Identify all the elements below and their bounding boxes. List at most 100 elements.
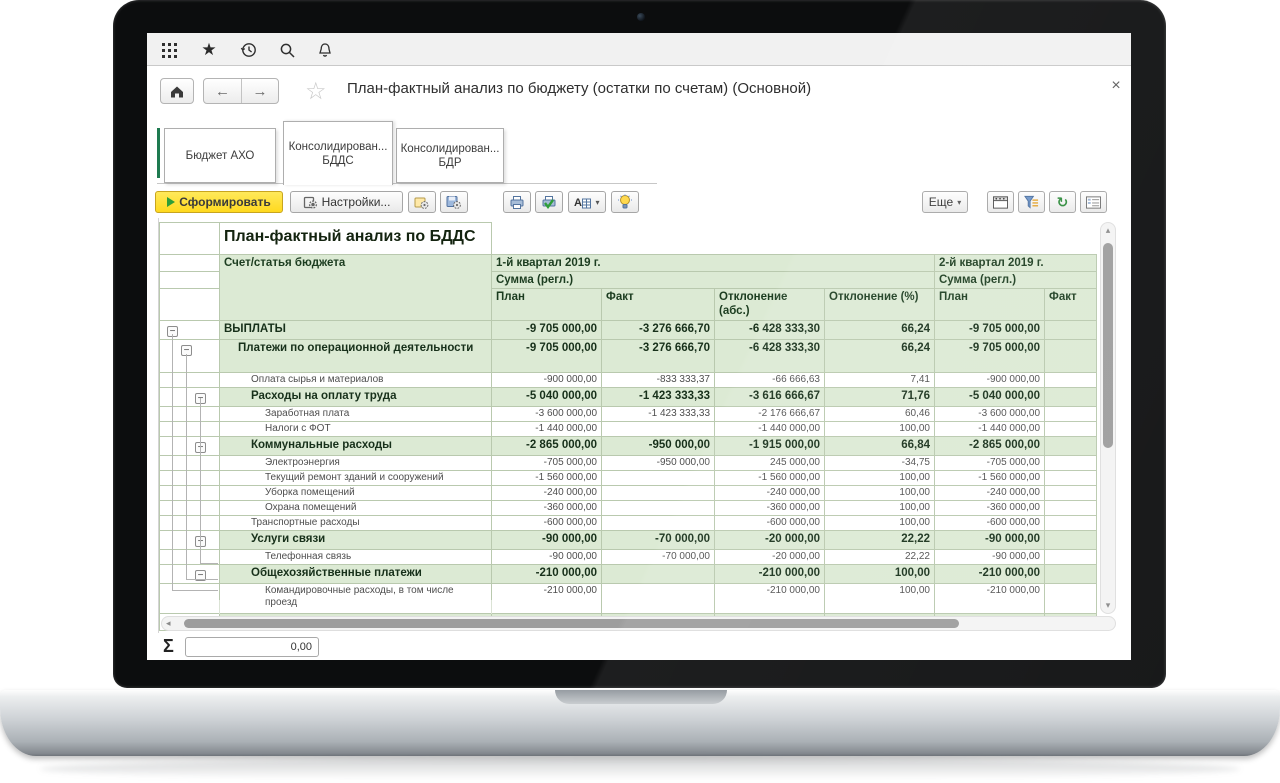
- budget-item-name[interactable]: Командировочные расходы, в том числе про…: [220, 584, 492, 614]
- scroll-down-icon[interactable]: ▾: [1101, 600, 1115, 611]
- budget-item-name[interactable]: Налоги с ФОТ: [220, 422, 492, 437]
- value-cell[interactable]: 100,00: [825, 471, 935, 486]
- col-header-plan-q2[interactable]: План: [935, 289, 1045, 321]
- col-header-account[interactable]: Счет/статья бюджета: [220, 255, 492, 321]
- refresh-button[interactable]: ↻: [1049, 191, 1076, 213]
- value-cell[interactable]: 100,00: [825, 501, 935, 516]
- value-cell[interactable]: [1045, 340, 1097, 373]
- value-cell[interactable]: -9 705 000,00: [935, 340, 1045, 373]
- horizontal-scrollbar[interactable]: ◂: [161, 616, 1116, 631]
- format-button[interactable]: A ▾: [568, 191, 606, 213]
- save-variant-button[interactable]: [440, 191, 468, 213]
- value-cell[interactable]: [1045, 531, 1097, 550]
- budget-item-name[interactable]: Транспортные расходы: [220, 516, 492, 531]
- vertical-scrollbar[interactable]: ▴ ▾: [1100, 222, 1116, 614]
- value-cell[interactable]: [1045, 407, 1097, 422]
- value-cell[interactable]: -210 000,00: [715, 565, 825, 584]
- budget-item-name[interactable]: Охрана помещений: [220, 501, 492, 516]
- value-cell[interactable]: -950 000,00: [602, 437, 715, 456]
- value-cell[interactable]: -9 705 000,00: [492, 321, 602, 340]
- value-cell[interactable]: 60,46: [825, 407, 935, 422]
- value-cell[interactable]: 100,00: [825, 422, 935, 437]
- value-cell[interactable]: -3 276 666,70: [602, 340, 715, 373]
- value-cell[interactable]: 100,00: [825, 584, 935, 614]
- budget-item-name[interactable]: Уборка помещений: [220, 486, 492, 501]
- value-cell[interactable]: -600 000,00: [935, 516, 1045, 531]
- value-cell[interactable]: -1 560 000,00: [935, 471, 1045, 486]
- value-cell[interactable]: -6 428 333,30: [715, 321, 825, 340]
- value-cell[interactable]: -2 865 000,00: [935, 437, 1045, 456]
- col-header-sum-q2[interactable]: Сумма (регл.): [935, 272, 1097, 289]
- col-header-q1[interactable]: 1-й квартал 2019 г.: [492, 255, 935, 272]
- value-cell[interactable]: -1 560 000,00: [492, 471, 602, 486]
- collapse-toggle-icon[interactable]: −: [195, 536, 206, 547]
- collapse-toggle-icon[interactable]: −: [167, 326, 178, 337]
- settings-button[interactable]: Настройки...: [290, 191, 403, 213]
- value-cell[interactable]: -66 666,63: [715, 373, 825, 388]
- value-cell[interactable]: -240 000,00: [715, 486, 825, 501]
- value-cell[interactable]: [1045, 437, 1097, 456]
- value-cell[interactable]: -1 440 000,00: [935, 422, 1045, 437]
- history-icon[interactable]: [239, 40, 259, 60]
- value-cell[interactable]: [1045, 422, 1097, 437]
- horizontal-scroll-thumb[interactable]: [184, 619, 959, 628]
- col-header-fact-q1[interactable]: Факт: [602, 289, 715, 321]
- value-cell[interactable]: -90 000,00: [935, 550, 1045, 565]
- print-preview-button[interactable]: [535, 191, 563, 213]
- budget-item-name[interactable]: Услуги связи: [220, 531, 492, 550]
- panel-settings-button[interactable]: [1080, 191, 1107, 213]
- value-cell[interactable]: -900 000,00: [935, 373, 1045, 388]
- value-cell[interactable]: -5 040 000,00: [935, 388, 1045, 407]
- value-cell[interactable]: -900 000,00: [492, 373, 602, 388]
- value-cell[interactable]: 66,84: [825, 437, 935, 456]
- value-cell[interactable]: 100,00: [825, 565, 935, 584]
- back-button[interactable]: ←: [204, 79, 241, 103]
- value-cell[interactable]: [1045, 388, 1097, 407]
- value-cell[interactable]: -1 440 000,00: [715, 422, 825, 437]
- value-cell[interactable]: -1 423 333,33: [602, 407, 715, 422]
- value-cell[interactable]: [1045, 373, 1097, 388]
- budget-item-name[interactable]: Расходы на оплату труда: [220, 388, 492, 407]
- value-cell[interactable]: [602, 486, 715, 501]
- filter-button[interactable]: [1018, 191, 1045, 213]
- vertical-scroll-thumb[interactable]: [1103, 243, 1113, 448]
- value-cell[interactable]: [1045, 550, 1097, 565]
- budget-item-name[interactable]: Коммунальные расходы: [220, 437, 492, 456]
- favorite-star-toggle[interactable]: ☆: [305, 77, 327, 106]
- search-icon[interactable]: [277, 40, 297, 60]
- value-cell[interactable]: 66,24: [825, 321, 935, 340]
- tab-consolidated-bdds[interactable]: Консолидирован... БДДС: [283, 121, 393, 185]
- value-cell[interactable]: -600 000,00: [492, 516, 602, 531]
- value-cell[interactable]: [602, 422, 715, 437]
- value-cell[interactable]: -5 040 000,00: [492, 388, 602, 407]
- value-cell[interactable]: [1045, 486, 1097, 501]
- col-header-q2[interactable]: 2-й квартал 2019 г.: [935, 255, 1097, 272]
- budget-item-name[interactable]: Оплата сырья и материалов: [220, 373, 492, 388]
- hint-bulb-button[interactable]: [611, 191, 639, 213]
- value-cell[interactable]: -240 000,00: [492, 486, 602, 501]
- value-cell[interactable]: [1045, 456, 1097, 471]
- value-cell[interactable]: -34,75: [825, 456, 935, 471]
- budget-item-name[interactable]: Заработная плата: [220, 407, 492, 422]
- scroll-left-icon[interactable]: ◂: [166, 618, 171, 629]
- value-cell[interactable]: -90 000,00: [492, 550, 602, 565]
- value-cell[interactable]: [1045, 565, 1097, 584]
- value-cell[interactable]: 22,22: [825, 531, 935, 550]
- tab-consolidated-bdr[interactable]: Консолидирован... БДР: [396, 128, 504, 183]
- value-cell[interactable]: -1 915 000,00: [715, 437, 825, 456]
- value-cell[interactable]: -6 428 333,30: [715, 340, 825, 373]
- value-cell[interactable]: 66,24: [825, 340, 935, 373]
- value-cell[interactable]: -210 000,00: [492, 565, 602, 584]
- value-cell[interactable]: [602, 565, 715, 584]
- value-cell[interactable]: -20 000,00: [715, 531, 825, 550]
- value-cell[interactable]: -210 000,00: [935, 565, 1045, 584]
- value-cell[interactable]: -833 333,37: [602, 373, 715, 388]
- value-cell[interactable]: [1045, 501, 1097, 516]
- value-cell[interactable]: -705 000,00: [935, 456, 1045, 471]
- value-cell[interactable]: -3 276 666,70: [602, 321, 715, 340]
- value-cell[interactable]: -3 600 000,00: [935, 407, 1045, 422]
- sum-sigma-icon[interactable]: Σ: [163, 636, 174, 657]
- budget-item-name[interactable]: Телефонная связь: [220, 550, 492, 565]
- value-cell[interactable]: 22,22: [825, 550, 935, 565]
- forward-button[interactable]: →: [241, 79, 278, 103]
